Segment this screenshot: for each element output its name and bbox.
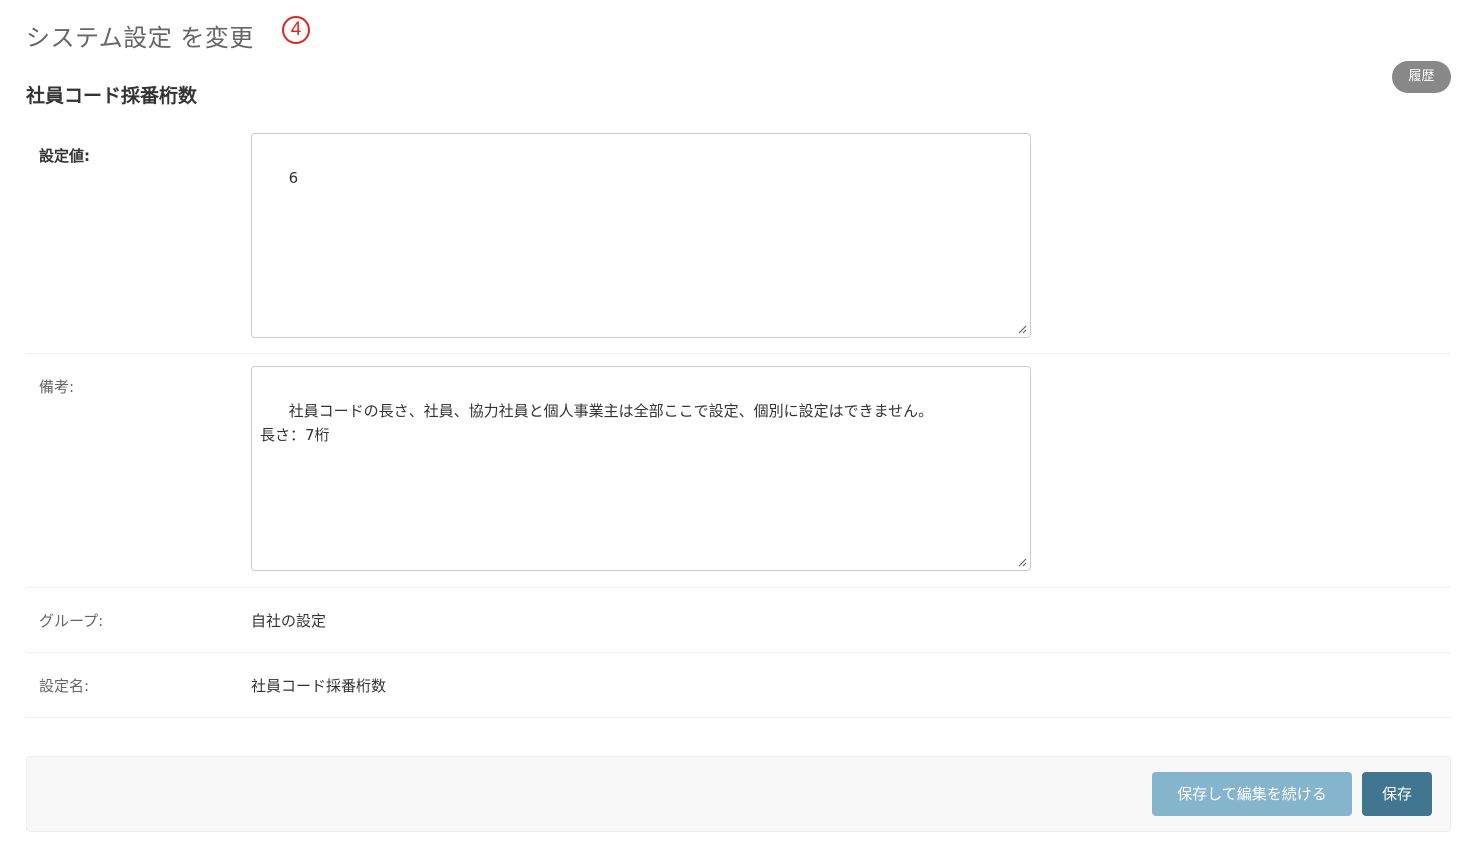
save-button[interactable]: 保存: [1362, 772, 1432, 816]
name-label: 設定名:: [39, 677, 90, 695]
notes-textarea-content: 社員コードの長さ、社員、協力社員と個人事業主は全部ここで設定、個別に設定はできま…: [260, 402, 934, 444]
form-row-value: 設定値: 6: [26, 120, 1451, 354]
notes-label: 備考:: [39, 378, 75, 396]
object-heading: 社員コード採番桁数: [26, 85, 198, 107]
group-value: 自社の設定: [251, 612, 327, 630]
step-marker-badge: 4: [282, 16, 310, 44]
value-textarea-content: 6: [288, 169, 299, 187]
notes-textarea[interactable]: 社員コードの長さ、社員、協力社員と個人事業主は全部ここで設定、個別に設定はできま…: [251, 366, 1031, 571]
change-form-page: システム設定 を変更 4 社員コード採番桁数 履歴 設定値: 6 備考: 社員コ…: [0, 0, 1483, 857]
form-row-notes: 備考: 社員コードの長さ、社員、協力社員と個人事業主は全部ここで設定、個別に設定…: [26, 354, 1451, 588]
save-and-continue-button[interactable]: 保存して編集を続ける: [1152, 772, 1352, 816]
form-row-name: 設定名: 社員コード採番桁数: [26, 653, 1451, 718]
resize-grip-icon[interactable]: [1017, 557, 1027, 567]
submit-row: 保存して編集を続ける 保存: [26, 756, 1451, 832]
resize-grip-icon[interactable]: [1017, 324, 1027, 334]
form-row-group: グループ: 自社の設定: [26, 588, 1451, 653]
value-textarea[interactable]: 6: [251, 133, 1031, 338]
page-title: システム設定 を変更: [26, 24, 254, 52]
value-label: 設定値:: [39, 147, 90, 165]
name-value: 社員コード採番桁数: [251, 677, 387, 695]
group-label: グループ:: [39, 612, 104, 630]
history-button[interactable]: 履歴: [1392, 61, 1451, 93]
